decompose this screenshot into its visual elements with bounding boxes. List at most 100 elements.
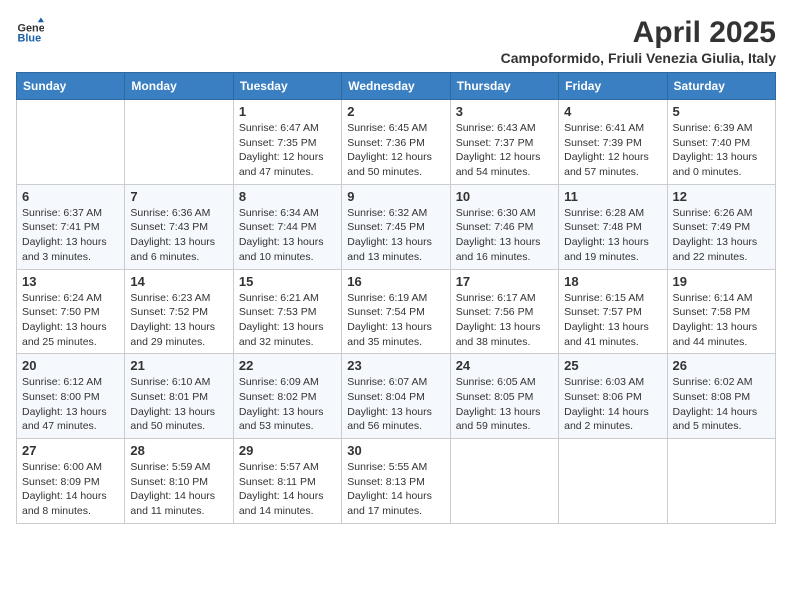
- calendar-cell: 1Sunrise: 6:47 AMSunset: 7:35 PMDaylight…: [233, 100, 341, 185]
- header-row: SundayMondayTuesdayWednesdayThursdayFrid…: [17, 73, 776, 100]
- calendar-cell: [125, 100, 233, 185]
- calendar-cell: 22 Sunrise: 6:09 AMSunset: 8:02 PMDayligh…: [233, 354, 341, 439]
- cell-date: 24: [456, 358, 553, 373]
- cell-date: 2: [347, 104, 444, 119]
- calendar-cell: 30 Sunrise: 5:55 AMSunset: 8:13 PMDayligh…: [342, 439, 450, 524]
- week-row-5: 27 Sunrise: 6:00 AMSunset: 8:09 PMDayligh…: [17, 439, 776, 524]
- calendar-cell: 27 Sunrise: 6:00 AMSunset: 8:09 PMDayligh…: [17, 439, 125, 524]
- cell-info: Sunrise: 6:17 AMSunset: 7:56 PMDaylight:…: [456, 291, 553, 350]
- cell-date: 4: [564, 104, 661, 119]
- calendar-cell: 3 Sunrise: 6:43 AMSunset: 7:37 PMDaylight…: [450, 100, 558, 185]
- calendar-cell: 16 Sunrise: 6:19 AMSunset: 7:54 PMDayligh…: [342, 269, 450, 354]
- week-row-2: 6 Sunrise: 6:37 AMSunset: 7:41 PMDaylight…: [17, 184, 776, 269]
- title-block: April 2025 Campoformido, Friuli Venezia …: [501, 16, 776, 66]
- calendar-cell: 25Sunrise: 6:03 AMSunset: 8:06 PMDayligh…: [559, 354, 667, 439]
- calendar-cell: 21 Sunrise: 6:10 AMSunset: 8:01 PMDayligh…: [125, 354, 233, 439]
- day-header-thursday: Thursday: [450, 73, 558, 100]
- day-header-wednesday: Wednesday: [342, 73, 450, 100]
- cell-date: 19: [673, 274, 770, 289]
- cell-info: Sunrise: 6:02 AMSunset: 8:08 PMDaylight:…: [673, 375, 770, 434]
- cell-info: Sunrise: 6:36 AMSunset: 7:43 PMDaylight:…: [130, 206, 227, 265]
- calendar-table: SundayMondayTuesdayWednesdayThursdayFrid…: [16, 72, 776, 524]
- calendar-cell: 18Sunrise: 6:15 AMSunset: 7:57 PMDayligh…: [559, 269, 667, 354]
- cell-info: Sunrise: 6:10 AMSunset: 8:01 PMDaylight:…: [130, 375, 227, 434]
- calendar-cell: 28 Sunrise: 5:59 AMSunset: 8:10 PMDayligh…: [125, 439, 233, 524]
- cell-info: Sunrise: 6:34 AMSunset: 7:44 PMDaylight:…: [239, 206, 336, 265]
- calendar-cell: 29 Sunrise: 5:57 AMSunset: 8:11 PMDayligh…: [233, 439, 341, 524]
- calendar-cell: 19 Sunrise: 6:14 AMSunset: 7:58 PMDayligh…: [667, 269, 775, 354]
- cell-date: 22: [239, 358, 336, 373]
- cell-info: Sunrise: 6:21 AMSunset: 7:53 PMDaylight:…: [239, 291, 336, 350]
- calendar-cell: 2 Sunrise: 6:45 AMSunset: 7:36 PMDaylight…: [342, 100, 450, 185]
- cell-info: Sunrise: 6:12 AMSunset: 8:00 PMDaylight:…: [22, 375, 119, 434]
- cell-date: 12: [673, 189, 770, 204]
- cell-date: 9: [347, 189, 444, 204]
- cell-info: Sunrise: 6:26 AMSunset: 7:49 PMDaylight:…: [673, 206, 770, 265]
- calendar-cell: 23 Sunrise: 6:07 AMSunset: 8:04 PMDayligh…: [342, 354, 450, 439]
- cell-info: Sunrise: 6:24 AMSunset: 7:50 PMDaylight:…: [22, 291, 119, 350]
- cell-date: 11: [564, 189, 661, 204]
- cell-info: Sunrise: 6:39 AMSunset: 7:40 PMDaylight:…: [673, 121, 770, 180]
- cell-date: 7: [130, 189, 227, 204]
- cell-info: Sunrise: 6:45 AMSunset: 7:36 PMDaylight:…: [347, 121, 444, 180]
- calendar-cell: 7 Sunrise: 6:36 AMSunset: 7:43 PMDaylight…: [125, 184, 233, 269]
- calendar-cell: 11 Sunrise: 6:28 AMSunset: 7:48 PMDayligh…: [559, 184, 667, 269]
- cell-info: Sunrise: 6:09 AMSunset: 8:02 PMDaylight:…: [239, 375, 336, 434]
- calendar-cell: [667, 439, 775, 524]
- cell-info: Sunrise: 6:05 AMSunset: 8:05 PMDaylight:…: [456, 375, 553, 434]
- cell-date: 16: [347, 274, 444, 289]
- week-row-1: 1Sunrise: 6:47 AMSunset: 7:35 PMDaylight…: [17, 100, 776, 185]
- cell-info: Sunrise: 6:14 AMSunset: 7:58 PMDaylight:…: [673, 291, 770, 350]
- calendar-cell: 15 Sunrise: 6:21 AMSunset: 7:53 PMDayligh…: [233, 269, 341, 354]
- cell-date: 14: [130, 274, 227, 289]
- week-row-3: 13 Sunrise: 6:24 AMSunset: 7:50 PMDayligh…: [17, 269, 776, 354]
- calendar-cell: 17 Sunrise: 6:17 AMSunset: 7:56 PMDayligh…: [450, 269, 558, 354]
- calendar-cell: [450, 439, 558, 524]
- cell-date: 29: [239, 443, 336, 458]
- cell-date: 23: [347, 358, 444, 373]
- cell-info: Sunrise: 6:23 AMSunset: 7:52 PMDaylight:…: [130, 291, 227, 350]
- day-header-monday: Monday: [125, 73, 233, 100]
- calendar-cell: 20 Sunrise: 6:12 AMSunset: 8:00 PMDayligh…: [17, 354, 125, 439]
- calendar-cell: 9 Sunrise: 6:32 AMSunset: 7:45 PMDaylight…: [342, 184, 450, 269]
- cell-info: Sunrise: 6:00 AMSunset: 8:09 PMDaylight:…: [22, 460, 119, 519]
- cell-info: Sunrise: 6:32 AMSunset: 7:45 PMDaylight:…: [347, 206, 444, 265]
- cell-date: 18: [564, 274, 661, 289]
- cell-date: 20: [22, 358, 119, 373]
- cell-date: 21: [130, 358, 227, 373]
- cell-date: 6: [22, 189, 119, 204]
- cell-info: Sunrise: 6:07 AMSunset: 8:04 PMDaylight:…: [347, 375, 444, 434]
- calendar-cell: 12 Sunrise: 6:26 AMSunset: 7:49 PMDayligh…: [667, 184, 775, 269]
- calendar-cell: [559, 439, 667, 524]
- calendar-cell: 13 Sunrise: 6:24 AMSunset: 7:50 PMDayligh…: [17, 269, 125, 354]
- week-row-4: 20 Sunrise: 6:12 AMSunset: 8:00 PMDayligh…: [17, 354, 776, 439]
- cell-info: Sunrise: 6:30 AMSunset: 7:46 PMDaylight:…: [456, 206, 553, 265]
- cell-info: Sunrise: 6:28 AMSunset: 7:48 PMDaylight:…: [564, 206, 661, 265]
- cell-info: Sunrise: 5:59 AMSunset: 8:10 PMDaylight:…: [130, 460, 227, 519]
- cell-date: 8: [239, 189, 336, 204]
- cell-date: 13: [22, 274, 119, 289]
- calendar-cell: 8 Sunrise: 6:34 AMSunset: 7:44 PMDaylight…: [233, 184, 341, 269]
- calendar-cell: 10 Sunrise: 6:30 AMSunset: 7:46 PMDayligh…: [450, 184, 558, 269]
- cell-date: 10: [456, 189, 553, 204]
- cell-date: 3: [456, 104, 553, 119]
- cell-info: Sunrise: 5:55 AMSunset: 8:13 PMDaylight:…: [347, 460, 444, 519]
- cell-info: Sunrise: 6:41 AMSunset: 7:39 PMDaylight:…: [564, 121, 661, 180]
- cell-info: Sunrise: 6:03 AMSunset: 8:06 PMDaylight:…: [564, 375, 661, 434]
- day-header-tuesday: Tuesday: [233, 73, 341, 100]
- cell-date: 28: [130, 443, 227, 458]
- calendar-cell: 5Sunrise: 6:39 AMSunset: 7:40 PMDaylight…: [667, 100, 775, 185]
- cell-date: 15: [239, 274, 336, 289]
- cell-info: Sunrise: 6:19 AMSunset: 7:54 PMDaylight:…: [347, 291, 444, 350]
- cell-info: Sunrise: 6:37 AMSunset: 7:41 PMDaylight:…: [22, 206, 119, 265]
- day-header-friday: Friday: [559, 73, 667, 100]
- cell-date: 27: [22, 443, 119, 458]
- cell-date: 30: [347, 443, 444, 458]
- logo: General Blue: [16, 16, 44, 44]
- calendar-cell: 26 Sunrise: 6:02 AMSunset: 8:08 PMDayligh…: [667, 354, 775, 439]
- page-title: April 2025: [501, 16, 776, 50]
- cell-info: Sunrise: 6:43 AMSunset: 7:37 PMDaylight:…: [456, 121, 553, 180]
- cell-date: 26: [673, 358, 770, 373]
- cell-info: Sunrise: 5:57 AMSunset: 8:11 PMDaylight:…: [239, 460, 336, 519]
- cell-date: 17: [456, 274, 553, 289]
